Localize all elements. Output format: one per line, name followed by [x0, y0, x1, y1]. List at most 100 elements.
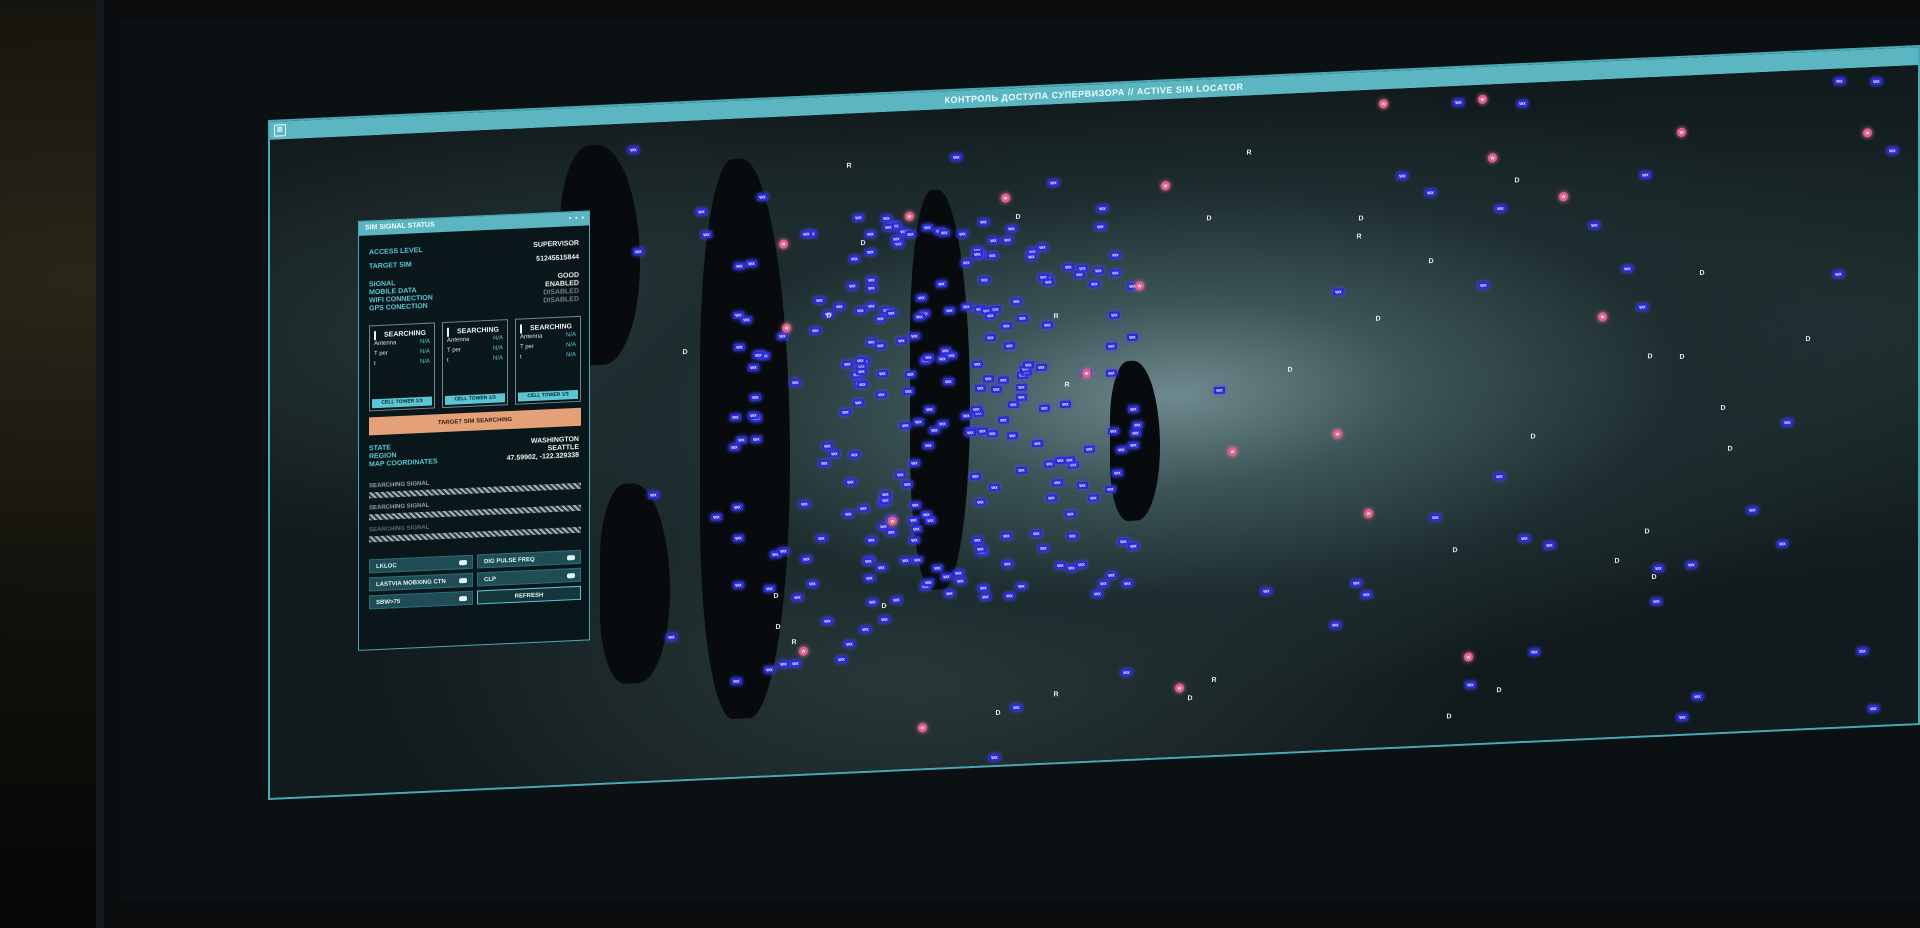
- map-marker-wx[interactable]: WX: [1023, 361, 1034, 369]
- map-marker-wx[interactable]: WX: [1494, 472, 1505, 481]
- map-marker-wx[interactable]: WX: [987, 429, 998, 438]
- map-marker-wx[interactable]: WX: [711, 513, 722, 521]
- map-marker-wx[interactable]: WX: [1834, 77, 1845, 85]
- map-marker-wx[interactable]: WX: [1425, 188, 1436, 197]
- map-marker-wx[interactable]: WX: [736, 436, 747, 444]
- sbw-toggle[interactable]: SBW>75: [369, 590, 473, 610]
- map-marker-wx[interactable]: WX: [951, 153, 962, 161]
- map-marker-d[interactable]: D: [1646, 353, 1654, 361]
- map-marker-wx[interactable]: WX: [1478, 281, 1489, 290]
- map-marker-wx[interactable]: WX: [1333, 288, 1344, 296]
- map-marker-d[interactable]: D: [825, 312, 833, 320]
- map-marker-wx[interactable]: WX: [1517, 99, 1528, 108]
- map-marker-wx[interactable]: WX: [865, 248, 876, 256]
- map-marker-wx[interactable]: WX: [860, 625, 871, 634]
- map-marker-d[interactable]: D: [1678, 354, 1686, 362]
- map-marker-wx[interactable]: WX: [971, 405, 982, 414]
- map-marker-wx[interactable]: WX: [900, 556, 911, 565]
- map-marker-wx[interactable]: WX: [961, 303, 972, 311]
- map-marker-wx[interactable]: WX: [975, 498, 986, 506]
- map-marker-wx[interactable]: WX: [1453, 98, 1464, 107]
- map-marker-w[interactable]: W: [1161, 181, 1170, 191]
- map-marker-wx[interactable]: WX: [1002, 560, 1013, 568]
- map-marker-wx[interactable]: WX: [1777, 539, 1788, 548]
- map-marker-wx[interactable]: WX: [764, 665, 775, 674]
- map-marker-wx[interactable]: WX: [1110, 251, 1121, 259]
- map-marker-wx[interactable]: WX: [998, 376, 1009, 384]
- map-marker-wx[interactable]: WX: [965, 428, 976, 437]
- map-marker-wx[interactable]: WX: [937, 355, 948, 363]
- map-marker-wx[interactable]: WX: [1116, 445, 1127, 454]
- map-marker-wx[interactable]: WX: [814, 296, 825, 305]
- map-marker-wx[interactable]: WX: [858, 504, 869, 513]
- map-marker-wx[interactable]: WX: [732, 503, 743, 511]
- map-marker-wx[interactable]: WX: [753, 351, 764, 359]
- map-marker-wx[interactable]: WX: [985, 333, 996, 342]
- map-marker-wx[interactable]: WX: [733, 534, 744, 542]
- map-marker-wx[interactable]: WX: [941, 572, 952, 581]
- map-marker-wx[interactable]: WX: [924, 405, 935, 414]
- map-marker-wx[interactable]: WX: [849, 451, 860, 459]
- map-marker-wx[interactable]: WX: [1007, 431, 1018, 440]
- map-marker-wx[interactable]: WX: [731, 677, 742, 685]
- map-marker-wx[interactable]: WX: [988, 236, 999, 245]
- map-marker-wx[interactable]: WX: [1016, 393, 1027, 402]
- map-marker-w[interactable]: W: [1228, 446, 1237, 457]
- map-marker-wx[interactable]: WX: [847, 282, 858, 290]
- map-marker-wx[interactable]: WX: [875, 341, 886, 350]
- map-marker-wx[interactable]: WX: [701, 230, 712, 239]
- map-marker-d[interactable]: D: [1451, 547, 1459, 555]
- map-marker-wx[interactable]: WX: [886, 309, 897, 317]
- map-marker-wx[interactable]: WX: [1106, 369, 1117, 377]
- map-marker-w[interactable]: W: [1175, 683, 1184, 693]
- map-marker-wx[interactable]: WX: [1048, 179, 1059, 187]
- panel-window-controls[interactable]: ▪ ▪ ▪: [569, 212, 585, 227]
- map-marker-wx[interactable]: WX: [923, 578, 934, 587]
- map-marker-wx[interactable]: WX: [777, 332, 788, 340]
- map-marker-wx[interactable]: WX: [912, 556, 923, 564]
- map-marker-wx[interactable]: WX: [961, 259, 972, 267]
- map-marker-wx[interactable]: WX: [1042, 321, 1053, 329]
- map-marker-wx[interactable]: WX: [936, 280, 947, 288]
- map-marker-wx[interactable]: WX: [1108, 427, 1119, 435]
- map-marker-wx[interactable]: WX: [799, 500, 810, 508]
- map-marker-wx[interactable]: WX: [1076, 560, 1087, 569]
- map-marker-d[interactable]: D: [1804, 336, 1812, 344]
- map-marker-wx[interactable]: WX: [1060, 400, 1071, 409]
- map-marker-w[interactable]: W: [1379, 99, 1388, 109]
- map-marker-wx[interactable]: WX: [810, 326, 821, 335]
- map-marker-wx[interactable]: WX: [929, 426, 940, 434]
- map-marker-wx[interactable]: WX: [980, 593, 991, 601]
- map-marker-wx[interactable]: WX: [891, 235, 902, 243]
- map-marker-wx[interactable]: WX: [696, 208, 707, 216]
- map-marker-wx[interactable]: WX: [972, 536, 983, 545]
- map-marker-wx[interactable]: WX: [1097, 204, 1108, 213]
- map-marker-wx[interactable]: WX: [1330, 621, 1341, 629]
- map-marker-wx[interactable]: WX: [1044, 460, 1055, 468]
- map-marker-wx[interactable]: WX: [836, 655, 847, 664]
- map-marker-wx[interactable]: WX: [914, 313, 925, 321]
- map-marker-wx[interactable]: WX: [746, 259, 757, 268]
- map-marker-wx[interactable]: WX: [666, 633, 677, 641]
- map-marker-wx[interactable]: WX: [1084, 445, 1095, 453]
- map-marker-wx[interactable]: WX: [955, 577, 966, 585]
- map-marker-wx[interactable]: WX: [895, 471, 906, 479]
- map-marker-wx[interactable]: WX: [903, 387, 914, 396]
- map-marker-wx[interactable]: WX: [881, 214, 892, 223]
- map-marker-wx[interactable]: WX: [1495, 204, 1506, 213]
- map-marker-wx[interactable]: WX: [741, 316, 752, 324]
- map-marker-wx[interactable]: WX: [1887, 146, 1898, 155]
- map-marker-wx[interactable]: WX: [855, 306, 866, 315]
- map-marker-wx[interactable]: WX: [866, 302, 877, 310]
- map-marker-wx[interactable]: WX: [939, 229, 950, 237]
- map-marker-wx[interactable]: WX: [1128, 441, 1139, 449]
- map-marker-wx[interactable]: WX: [913, 418, 924, 426]
- map-marker-wx[interactable]: WX: [856, 367, 867, 376]
- map-marker-wx[interactable]: WX: [1088, 494, 1099, 502]
- map-marker-wx[interactable]: WX: [905, 230, 916, 239]
- map-marker-w[interactable]: W: [799, 646, 808, 656]
- map-marker-wx[interactable]: WX: [1261, 587, 1272, 595]
- map-marker-wx[interactable]: WX: [1519, 534, 1530, 543]
- map-marker-wx[interactable]: WX: [1106, 571, 1117, 579]
- map-marker-w[interactable]: W: [1001, 193, 1010, 203]
